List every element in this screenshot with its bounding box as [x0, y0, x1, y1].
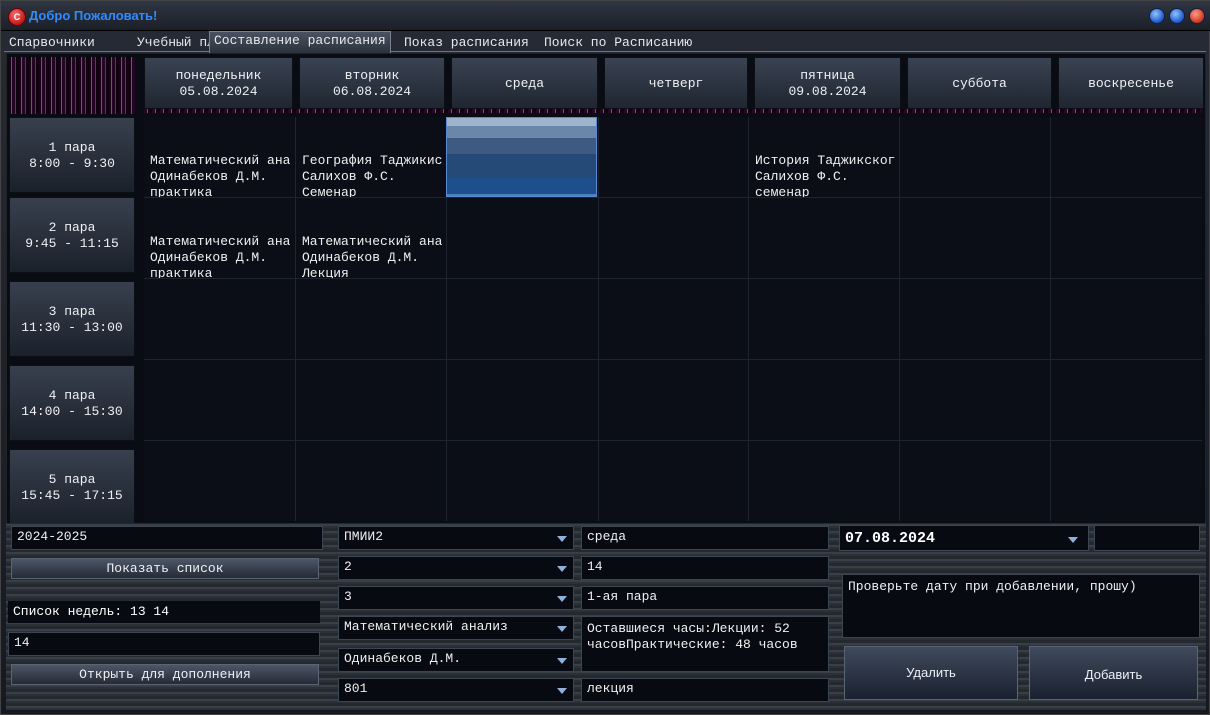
- tab-directories[interactable]: Спарвочники: [4, 33, 100, 52]
- day-header-saturday[interactable]: суббота: [907, 57, 1052, 109]
- window-title: Добро Пожаловать!: [29, 8, 158, 23]
- day-header-friday[interactable]: пятница 09.08.2024: [754, 57, 901, 109]
- lesson-cell-p1-mon[interactable]: Математический ана Одинабеков Д.М. практик…: [144, 117, 295, 197]
- weeks-list-label: Список недель: 13 14: [8, 601, 320, 623]
- open-for-addition-button[interactable]: Открыть для дополнения: [11, 664, 319, 685]
- week-number-field[interactable]: 14: [8, 632, 320, 656]
- date-picker[interactable]: 07.08.2024: [839, 525, 1089, 551]
- title-bar: C Добро Пожаловать!: [1, 1, 1210, 31]
- delete-button[interactable]: Удалить: [844, 646, 1018, 700]
- lesson-cell-p1-tue[interactable]: География ТаджикисСалихов Ф.С.Семенар107: [296, 117, 446, 197]
- pair-field[interactable]: 1-ая пара: [581, 586, 829, 610]
- add-button[interactable]: Добавить: [1029, 646, 1198, 700]
- week-field[interactable]: 14: [581, 556, 829, 580]
- pair-header-2[interactable]: 2 пара 9:45 - 11:15: [9, 197, 135, 273]
- lesson-cell-p2-mon[interactable]: Математический ана Одинабеков Д.М. практик…: [144, 198, 295, 278]
- matrix-strip: [144, 109, 1202, 113]
- lesson-type-field[interactable]: лекция: [581, 678, 829, 702]
- pair-header-5[interactable]: 5 пара 15:45 - 17:15: [9, 449, 135, 525]
- remaining-hours-text: Оставшиеся часы:Лекции: 52 часовПрактиче…: [581, 616, 829, 672]
- maximize-button[interactable]: [1169, 8, 1185, 24]
- room-select[interactable]: 801: [338, 678, 574, 702]
- pair-header-3[interactable]: 3 пара 11:30 - 13:00: [9, 281, 135, 357]
- tab-schedule-show[interactable]: Показ расписания: [399, 33, 534, 52]
- matrix-decoration: [9, 57, 135, 114]
- course-select[interactable]: 2: [338, 556, 574, 580]
- tab-schedule-search[interactable]: Поиск по Расписанию: [539, 33, 697, 52]
- day-header-wednesday[interactable]: среда: [451, 57, 598, 109]
- academic-year-field[interactable]: 2024-2025: [11, 526, 323, 550]
- day-header-tuesday[interactable]: вторник 06.08.2024: [299, 57, 445, 109]
- app-logo-icon: C: [8, 8, 26, 26]
- selected-cell-p1-wed[interactable]: [446, 117, 597, 197]
- day-header-sunday[interactable]: воскресенье: [1058, 57, 1204, 109]
- tab-schedule-compose[interactable]: Составление расписания: [209, 31, 391, 53]
- pair-header-1[interactable]: 1 пара 8:00 - 9:30: [9, 117, 135, 193]
- day-header-monday[interactable]: понедельник 05.08.2024: [144, 57, 293, 109]
- group-select[interactable]: ПМИИ2: [338, 526, 574, 550]
- day-field[interactable]: среда: [581, 526, 829, 550]
- lesson-cell-p2-tue[interactable]: Математический анаОдинабеков Д.М.Лекция8…: [296, 198, 446, 278]
- main-window: C Добро Пожаловать! Спарвочники Учебный …: [0, 0, 1210, 715]
- day-header-thursday[interactable]: четверг: [604, 57, 748, 109]
- subject-select[interactable]: Математический анализ: [338, 616, 574, 640]
- lesson-cell-p1-fri[interactable]: История ТаджикскогСалихов Ф.С.семенар107: [749, 117, 899, 197]
- show-list-button[interactable]: Показать список: [11, 558, 319, 579]
- tab-bar: Спарвочники Учебный план Составление рас…: [4, 31, 1206, 53]
- minimize-button[interactable]: [1149, 8, 1165, 24]
- message-box[interactable]: Проверьте дату при добавлении, прошу): [842, 574, 1200, 638]
- pair-header-4[interactable]: 4 пара 14:00 - 15:30: [9, 365, 135, 441]
- semester-select[interactable]: 3: [338, 586, 574, 610]
- close-button[interactable]: [1189, 8, 1205, 24]
- extra-field[interactable]: [1094, 525, 1200, 551]
- teacher-select[interactable]: Одинабеков Д.М.: [338, 648, 574, 672]
